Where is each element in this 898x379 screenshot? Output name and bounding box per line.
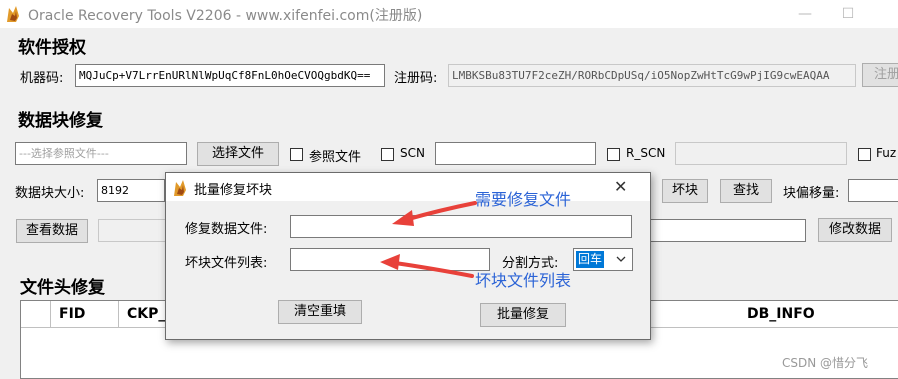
offset-label: 块偏移量: <box>783 186 840 201</box>
batch-repair-dialog: 批量修复坏块 ✕ 修复数据文件: 坏块文件列表: 分割方式: 回车 清空重填 批… <box>165 172 651 340</box>
rscn-label: R_SCN <box>626 146 666 160</box>
app-logo-icon <box>7 6 19 22</box>
split-value: 回车 <box>576 251 605 268</box>
machine-code-field[interactable]: MQJuCp+V7LrrEnURlNlWpUqCf8FnL0hOeCVOQgbd… <box>75 64 385 87</box>
select-file-button[interactable]: 选择文件 <box>197 142 279 166</box>
block-repair-heading: 数据块修复 <box>18 111 103 131</box>
repair-file-label: 修复数据文件: <box>185 222 268 237</box>
column-header-db-info[interactable]: DB_INFO <box>747 301 815 327</box>
maximize-button[interactable]: ☐ <box>833 4 863 24</box>
reg-code-label: 注册码: <box>394 71 438 86</box>
column-divider <box>50 301 51 327</box>
app-logo-icon <box>174 180 186 196</box>
machine-code-label: 机器码: <box>20 71 64 86</box>
dialog-close-button[interactable]: ✕ <box>614 177 627 196</box>
scn-checkbox[interactable] <box>381 148 394 161</box>
column-divider <box>118 301 119 327</box>
find-button[interactable]: 查找 <box>720 179 772 203</box>
register-button[interactable]: 注册 <box>862 63 898 87</box>
rscn-field[interactable] <box>675 142 847 165</box>
annotation-need-repair: 需要修复文件 <box>475 190 572 209</box>
view-data-button[interactable]: 查看数据 <box>16 219 88 243</box>
chevron-down-icon <box>616 256 626 262</box>
watermark: CSDN @惜分飞 <box>782 356 869 370</box>
file-header-heading: 文件头修复 <box>20 278 105 298</box>
data-field-right[interactable] <box>650 219 806 242</box>
rscn-checkbox[interactable] <box>607 148 620 161</box>
block-size-select[interactable]: 8192 <box>97 179 165 202</box>
bad-block-button[interactable]: 坏块 <box>662 179 708 203</box>
block-size-label: 数据块大小: <box>15 186 85 201</box>
reg-code-field[interactable]: LMBKSBu83TU7F2ceZH/RORbCDpUSq/iO5NopZwHt… <box>448 64 856 87</box>
clear-button[interactable]: 清空重填 <box>278 300 362 324</box>
dialog-title: 批量修复坏块 <box>194 183 273 198</box>
column-header-fid[interactable]: FID <box>59 301 85 327</box>
ref-file-field[interactable]: ---选择参照文件--- <box>15 142 187 165</box>
minimize-button[interactable]: — <box>790 4 820 24</box>
ref-file-checkbox[interactable] <box>290 148 303 161</box>
ref-file-label: 参照文件 <box>309 150 362 165</box>
scn-field[interactable] <box>435 142 596 165</box>
column-header-ckp[interactable]: CKP_ <box>127 301 165 327</box>
offset-field[interactable] <box>848 179 898 202</box>
split-select[interactable]: 回车 <box>573 248 633 271</box>
scn-label: SCN <box>400 146 425 160</box>
fuzzy-label: Fuz <box>876 146 897 160</box>
data-field[interactable] <box>98 219 168 242</box>
window-title: Oracle Recovery Tools V2206 - www.xifenf… <box>28 8 423 24</box>
batch-repair-button[interactable]: 批量修复 <box>480 303 566 327</box>
bad-list-field[interactable] <box>290 248 490 271</box>
annotation-bad-list: 坏块文件列表 <box>475 271 572 290</box>
bad-list-label: 坏块文件列表: <box>185 256 268 271</box>
modify-data-button[interactable]: 修改数据 <box>818 218 892 242</box>
fuzzy-checkbox[interactable] <box>858 148 871 161</box>
license-heading: 软件授权 <box>18 38 86 58</box>
repair-file-field[interactable] <box>290 215 632 238</box>
